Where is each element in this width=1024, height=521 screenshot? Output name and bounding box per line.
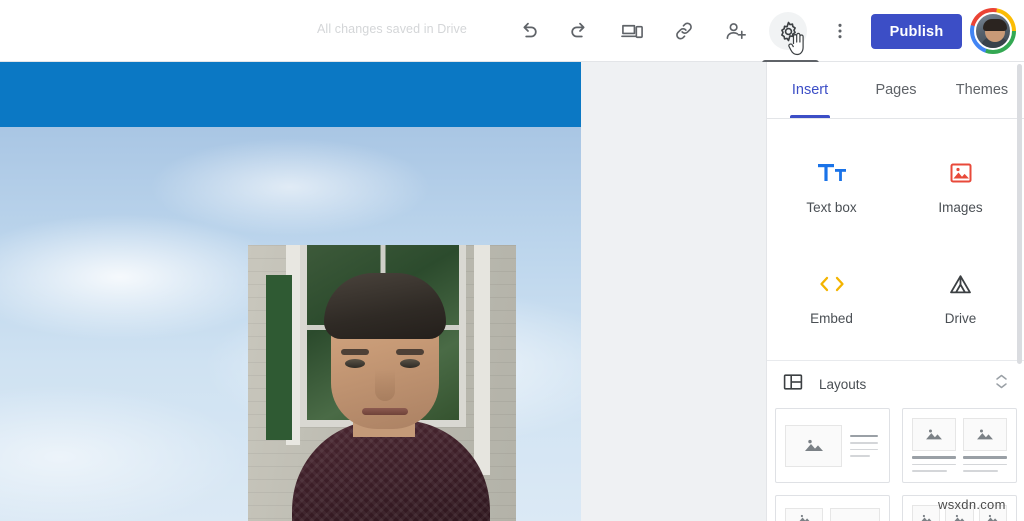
top-toolbar: All changes saved in Drive Publish (0, 0, 1024, 81)
layout2-column-right (963, 418, 1007, 473)
watermark-text: wsxdn.com (938, 497, 1006, 512)
preview-devices-icon (620, 20, 644, 43)
layout2-image-placeholder-1 (912, 418, 956, 451)
insert-images-label: Images (938, 200, 983, 215)
layout3-image-placeholder-1 (785, 507, 823, 521)
tab-insert[interactable]: Insert (767, 62, 853, 118)
more-options-button[interactable] (821, 12, 859, 50)
undo-icon (517, 20, 539, 42)
panel-section-divider (767, 360, 1024, 361)
text-box-icon (817, 160, 846, 186)
layout-option-3[interactable] (775, 495, 890, 521)
layouts-title: Layouts (819, 376, 867, 392)
photo-person-eye-right (400, 359, 420, 368)
site-canvas[interactable] (0, 62, 766, 521)
panel-tab-divider (767, 118, 1024, 119)
photo-person-hair (324, 273, 446, 339)
photo-house-trim-right (474, 245, 490, 475)
photo-person-eyebrow-right (396, 349, 424, 355)
redo-button[interactable] (561, 12, 599, 50)
avatar[interactable] (970, 8, 1016, 54)
insert-text-box-button[interactable]: Text box (767, 132, 896, 243)
insert-embed-label: Embed (810, 311, 853, 326)
layouts-icon (783, 373, 803, 396)
site-header-banner[interactable] (0, 62, 581, 127)
collapse-chevron-icon[interactable] (994, 373, 1009, 395)
redo-icon (569, 20, 591, 42)
insert-side-panel: Insert Pages Themes Text box Images Embe… (766, 62, 1024, 521)
site-page-preview[interactable] (0, 62, 581, 521)
insert-drive-button[interactable]: Drive (896, 243, 1024, 354)
add-person-icon (725, 20, 748, 43)
undo-button[interactable] (509, 12, 547, 50)
inserted-photo[interactable] (248, 245, 516, 521)
google-drive-icon (948, 271, 973, 297)
link-icon (673, 20, 695, 42)
photo-person-nose (375, 369, 395, 401)
layout3-large-image-placeholder (830, 507, 880, 521)
layout3-small-images (785, 507, 823, 521)
tab-themes[interactable]: Themes (939, 62, 1024, 118)
share-button[interactable] (717, 12, 755, 50)
tab-insert-label: Insert (791, 82, 829, 98)
layout-option-2[interactable] (902, 408, 1017, 483)
panel-scrollbar-thumb[interactable] (1017, 64, 1022, 364)
publish-button[interactable]: Publish (871, 14, 962, 49)
copy-link-button[interactable] (665, 12, 703, 50)
settings-button[interactable] (769, 12, 807, 50)
insert-options-grid: Text box Images Embed Drive (767, 132, 1024, 354)
app-root: All changes saved in Drive Publish Inser… (0, 0, 1024, 521)
layouts-section-header[interactable]: Layouts (767, 366, 1024, 402)
layout1-text-lines (850, 434, 880, 457)
tab-themes-label: Themes (955, 82, 1009, 98)
photo-window-shutter (266, 275, 292, 440)
avatar-image (974, 12, 1012, 50)
avatar-hair (983, 19, 1007, 31)
insert-drive-label: Drive (944, 311, 977, 326)
embed-code-icon (818, 271, 846, 297)
layout-option-1[interactable] (775, 408, 890, 483)
images-icon (949, 160, 973, 186)
panel-scrollbar[interactable] (1016, 62, 1023, 521)
layout2-column-left (912, 418, 956, 473)
layout4-image-placeholder-1 (912, 505, 941, 521)
gear-icon (777, 20, 800, 43)
photo-person-mouth (362, 408, 408, 415)
layout4-column-1 (912, 505, 941, 521)
photo-person-eyebrow-left (341, 349, 369, 355)
insert-embed-button[interactable]: Embed (767, 243, 896, 354)
more-vertical-icon (830, 21, 850, 41)
layout2-image-placeholder-2 (963, 418, 1007, 451)
insert-images-button[interactable]: Images (896, 132, 1024, 243)
preview-button[interactable] (613, 12, 651, 50)
tab-pages-label: Pages (875, 82, 917, 98)
panel-tab-bar: Insert Pages Themes (767, 62, 1024, 118)
insert-text-box-label: Text box (806, 200, 857, 215)
photo-person-eye-left (345, 359, 365, 368)
layout1-image-placeholder (785, 424, 842, 467)
tab-pages[interactable]: Pages (853, 62, 939, 118)
save-status-text: All changes saved in Drive (317, 22, 467, 36)
